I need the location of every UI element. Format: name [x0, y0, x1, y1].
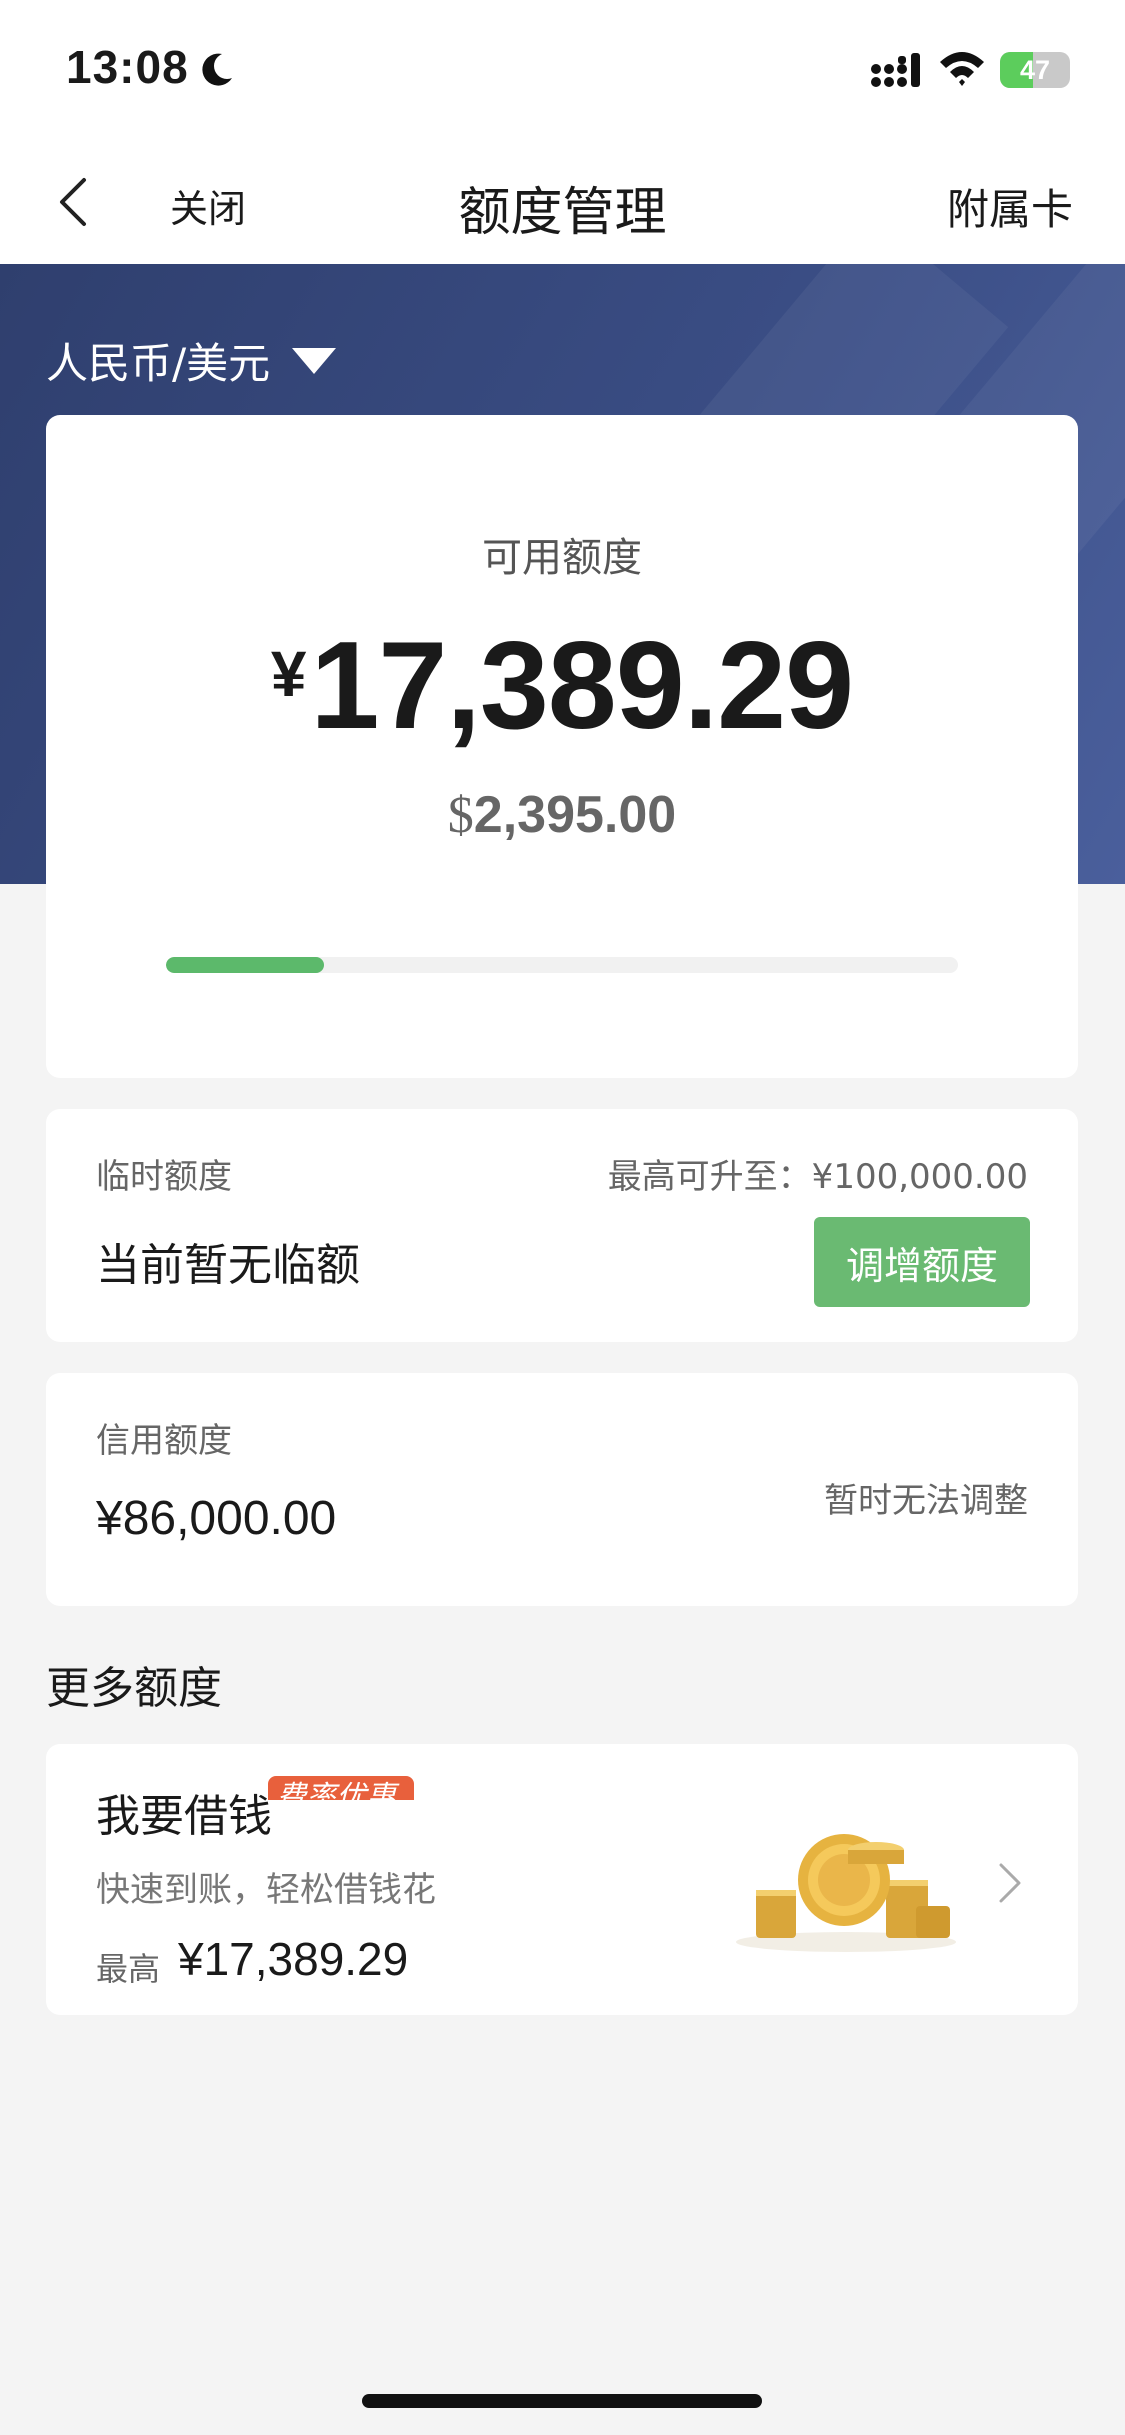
cny-amount: 17,389.29 [310, 617, 854, 755]
battery-icon: 47 [1000, 52, 1070, 88]
discount-badge: 费率优惠 [268, 1776, 414, 1800]
currency-label: 人民币/美元 [46, 339, 271, 388]
wifi-icon [940, 52, 984, 86]
currency-selector[interactable]: 人民币/美元 [46, 330, 337, 391]
increase-credit-button[interactable]: 调增额度 [814, 1217, 1030, 1307]
cny-symbol: ¥ [270, 638, 307, 710]
temporary-credit-label: 临时额度 [96, 1157, 232, 1197]
credit-limit-value: ¥86,000.00 [96, 1492, 337, 1545]
home-indicator [362, 2394, 762, 2408]
battery-level: 47 [1019, 55, 1051, 85]
loan-max-value: ¥17,389.29 [178, 1933, 409, 1985]
credit-limit-label: 信用额度 [96, 1421, 232, 1461]
more-credit-heading: 更多额度 [46, 1663, 222, 1714]
page: 13:08 47 关闭 额度管理 附属卡 人民币/美元 可用额度 ¥17,389… [0, 0, 1125, 2435]
available-credit-card: 可用额度 ¥17,389.29 $2,395.00 [46, 415, 1078, 1078]
temporary-credit-status: 当前暂无临额 [96, 1240, 360, 1291]
credit-usage-progress-fill [166, 957, 325, 973]
temporary-credit-card: 临时额度 最高可升至：¥100,000.00 当前暂无临额 调增额度 [46, 1109, 1078, 1342]
usd-amount: 2,395.00 [473, 786, 677, 844]
moon-icon [202, 53, 232, 86]
temporary-credit-max: 最高可升至：¥100,000.00 [607, 1157, 1028, 1197]
signal-icon [871, 53, 920, 87]
loan-title: 我要借钱 [96, 1791, 272, 1842]
loan-description: 快速到账，轻松借钱花 [96, 1870, 436, 1910]
nav-bar: 关闭 额度管理 附属卡 [0, 140, 1125, 264]
chevron-right-icon [999, 1863, 1021, 1903]
available-credit-usd: $2,395.00 [46, 785, 1078, 845]
credit-limit-card: 信用额度 ¥86,000.00 暂时无法调整 [46, 1373, 1078, 1606]
supplementary-card-link[interactable]: 附属卡 [947, 176, 1073, 237]
available-credit-label: 可用额度 [482, 535, 642, 581]
status-bar: 13:08 47 [0, 0, 1125, 140]
loan-card[interactable]: 费率优惠 我要借钱 快速到账，轻松借钱花 最高 ¥17,389.29 [46, 1744, 1078, 2015]
credit-limit-note: 暂时无法调整 [824, 1481, 1028, 1521]
usd-symbol: $ [447, 787, 474, 844]
loan-max-label: 最高 [96, 1950, 161, 1988]
available-credit-cny: ¥17,389.29 [46, 615, 1078, 757]
caret-down-icon [292, 347, 337, 374]
credit-usage-progress [166, 957, 958, 973]
status-time: 13:08 [66, 41, 189, 93]
gold-coins-image [736, 1834, 956, 1952]
